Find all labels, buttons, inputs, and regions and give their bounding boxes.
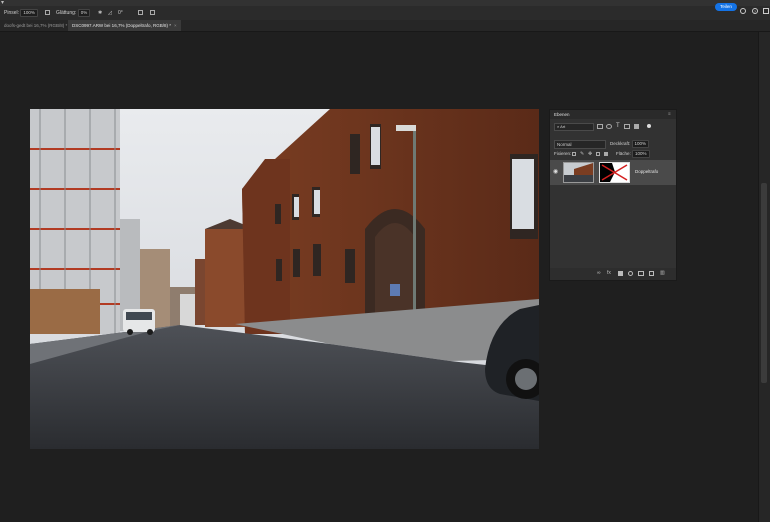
- symmetry-icon[interactable]: [150, 6, 155, 20]
- opacity-control[interactable]: Deckkraft: 100%: [610, 140, 650, 148]
- tab-document-1[interactable]: doofs-gedt bei 16,7% (RGB/8) *×: [0, 20, 77, 31]
- scrollbar-thumb[interactable]: [761, 183, 767, 383]
- tab-label: doofs-gedt bei 16,7% (RGB/8) *: [4, 23, 68, 28]
- new-layer-icon[interactable]: [649, 271, 654, 276]
- new-group-icon[interactable]: [638, 271, 644, 276]
- opacity-value[interactable]: 100%: [631, 140, 650, 148]
- filter-adjustment-icon[interactable]: [606, 124, 612, 129]
- filter-toggle-icon[interactable]: [647, 124, 651, 128]
- brush-value[interactable]: 100%: [20, 8, 38, 17]
- layers-panel: Ebenen ≡ ⌕ Art T Normal Deckkraft: 100% …: [549, 109, 677, 281]
- lock-image-icon[interactable]: ✎: [580, 151, 584, 157]
- angle-icon[interactable]: ◿: [108, 6, 112, 20]
- lock-all-icon[interactable]: [604, 152, 608, 156]
- blend-mode-value: Normal: [557, 142, 572, 147]
- panel-title[interactable]: Ebenen: [554, 110, 570, 119]
- pressure-icon[interactable]: [138, 6, 143, 20]
- fill-value[interactable]: 100%: [632, 150, 650, 158]
- share-button[interactable]: Teilen: [715, 3, 737, 11]
- panel-header: Ebenen ≡: [550, 110, 676, 119]
- filter-label: Art: [560, 124, 566, 129]
- layer-mask-thumbnail[interactable]: [599, 162, 630, 183]
- street-photo: [30, 109, 539, 449]
- gear-icon[interactable]: ✱: [98, 6, 102, 20]
- options-bar: Pinsel: 100% Glättung: 0% ✱ ◿ 0°: [0, 6, 770, 21]
- add-mask-icon[interactable]: [618, 271, 623, 276]
- brush-settings-icon[interactable]: [45, 6, 50, 20]
- brush-setting[interactable]: Pinsel: 100%: [4, 6, 38, 20]
- opacity-label: Deckkraft:: [610, 141, 631, 147]
- layer-style-icon[interactable]: fx: [607, 270, 611, 276]
- lock-label: Fixieren:: [554, 151, 572, 156]
- filter-search-icon: ⌕: [557, 124, 560, 129]
- filter-shape-icon[interactable]: [624, 124, 630, 129]
- lock-position-icon[interactable]: ✥: [588, 151, 592, 157]
- brush-label: Pinsel:: [4, 10, 20, 16]
- document-canvas-image[interactable]: [30, 109, 539, 449]
- link-layers-icon[interactable]: ∞: [597, 270, 601, 276]
- blend-mode-dropdown[interactable]: Normal: [554, 140, 606, 149]
- smoothing-label: Glättung:: [56, 10, 77, 16]
- help-icon[interactable]: ?: [752, 8, 758, 14]
- fill-control[interactable]: Fläche: 100%: [616, 150, 650, 158]
- tab-document-2[interactable]: DSC0997.ARW bei 16,7% (Doppeltrafo, RGB/…: [68, 20, 181, 31]
- document-tabs: doofs-gedt bei 16,7% (RGB/8) *× DSC0997.…: [0, 20, 770, 32]
- filter-smart-object-icon[interactable]: [634, 124, 639, 129]
- smoothing-setting[interactable]: Glättung: 0%: [56, 6, 91, 20]
- layer-thumbnail[interactable]: [563, 162, 594, 183]
- smoothing-value[interactable]: 0%: [77, 8, 91, 17]
- filter-pixel-icon[interactable]: [597, 124, 603, 129]
- search-icon[interactable]: [740, 8, 746, 14]
- eye-icon[interactable]: ◉: [553, 168, 558, 175]
- tab-label: DSC0997.ARW bei 16,7% (Doppeltrafo, RGB/…: [72, 23, 171, 28]
- filter-type-icon[interactable]: T: [616, 122, 620, 130]
- panel-menu-icon[interactable]: ≡: [668, 111, 671, 116]
- fill-label: Fläche:: [616, 151, 631, 157]
- layer-name[interactable]: Doppeltrafo: [635, 169, 658, 174]
- layer-filter-dropdown[interactable]: ⌕ Art: [554, 123, 594, 131]
- close-icon[interactable]: ×: [174, 23, 177, 28]
- workspace-icon[interactable]: [763, 8, 769, 14]
- lock-transparent-icon[interactable]: [572, 152, 576, 156]
- layers-footer: [550, 268, 676, 280]
- trash-icon[interactable]: ▥: [660, 270, 665, 276]
- adjustment-layer-icon[interactable]: [628, 271, 633, 276]
- lock-artboard-icon[interactable]: [596, 152, 600, 156]
- angle-value[interactable]: 0°: [118, 6, 123, 20]
